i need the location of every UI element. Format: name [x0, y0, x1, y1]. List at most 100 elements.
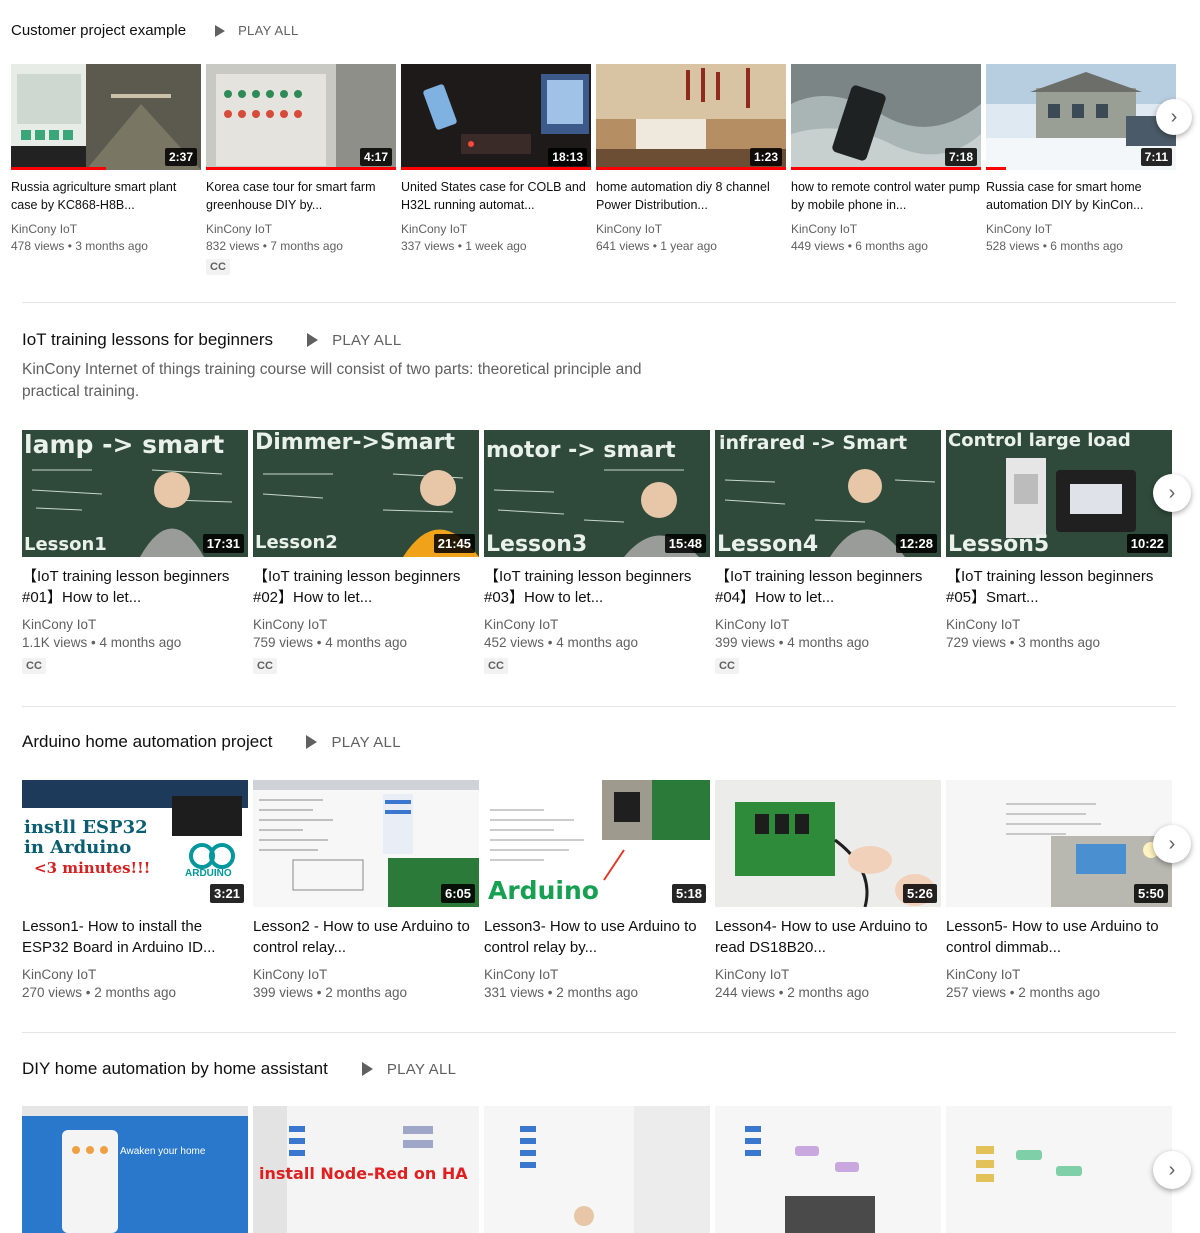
video-title[interactable]: Korea case tour for smart farm greenhous…: [206, 178, 396, 214]
video-card[interactable]: Dimmer->Smart Lesson2 21:45 【IoT trainin…: [253, 430, 479, 674]
video-title[interactable]: Lesson5- How to use Arduino to control d…: [946, 916, 1172, 958]
thumbnail-text: Awaken your home: [120, 1146, 206, 1157]
video-card[interactable]: 6:05 Lesson2 - How to use Arduino to con…: [253, 780, 479, 1000]
channel-name[interactable]: KinCony IoT: [22, 967, 248, 982]
duration-badge: 21:45: [433, 534, 475, 553]
video-thumbnail[interactable]: lamp -> smart Lesson1 17:31: [22, 430, 248, 557]
channel-name[interactable]: KinCony IoT: [11, 222, 201, 236]
thumbnail-line-3: <3 minutes!!!: [34, 859, 151, 877]
video-thumbnail[interactable]: 4:17: [206, 64, 396, 170]
video-thumbnail[interactable]: infrared -> Smart Lesson4 12:28: [715, 430, 941, 557]
video-meta: 399 views • 4 months ago: [715, 635, 870, 650]
video-title[interactable]: 【IoT training lesson beginners #04】How t…: [715, 566, 941, 608]
video-card[interactable]: instll ESP32 in Arduino <3 minutes!!! AR…: [22, 780, 248, 1000]
channel-name[interactable]: KinCony IoT: [986, 222, 1176, 236]
thumbnail-bottom-text: Lesson1: [24, 534, 107, 555]
video-meta: 641 views • 1 year ago: [596, 239, 717, 253]
video-title[interactable]: Lesson4- How to use Arduino to read DS18…: [715, 916, 941, 958]
video-card[interactable]: 1:23 home automation diy 8 channel Power…: [596, 64, 786, 275]
play-all-button[interactable]: PLAY ALL: [361, 1061, 456, 1078]
chevron-right-icon[interactable]: ›: [1156, 99, 1192, 135]
shelf-title[interactable]: Arduino home automation project: [22, 732, 272, 752]
automation-flow-thumbnail-image: [946, 1106, 1172, 1233]
shelf-title[interactable]: IoT training lessons for beginners: [22, 330, 273, 350]
video-title[interactable]: Russia case for smart home automation DI…: [986, 178, 1176, 214]
video-thumbnail[interactable]: [946, 1106, 1172, 1233]
chevron-right-icon[interactable]: ›: [1153, 474, 1191, 512]
channel-name[interactable]: KinCony IoT: [596, 222, 786, 236]
video-thumbnail[interactable]: [484, 1106, 710, 1233]
play-all-button[interactable]: PLAY ALL: [307, 332, 401, 349]
chevron-right-icon[interactable]: ›: [1153, 1151, 1191, 1189]
channel-name[interactable]: KinCony IoT: [484, 617, 710, 632]
video-card[interactable]: Control large load Lesson5 10:22 【IoT tr…: [946, 430, 1172, 674]
video-title[interactable]: 【IoT training lesson beginners #02】How t…: [253, 566, 479, 608]
video-card[interactable]: 2:37 Russia agriculture smart plant case…: [11, 64, 201, 275]
video-thumbnail[interactable]: [715, 1106, 941, 1233]
channel-name[interactable]: KinCony IoT: [401, 222, 591, 236]
video-thumbnail[interactable]: install Node-Red on HA: [253, 1106, 479, 1233]
video-thumbnail[interactable]: instll ESP32 in Arduino <3 minutes!!! AR…: [22, 780, 248, 907]
duration-badge: 2:37: [164, 148, 197, 166]
video-thumbnail[interactable]: 7:18: [791, 64, 981, 170]
video-title[interactable]: 【IoT training lesson beginners #05】Smart…: [946, 566, 1172, 608]
channel-name[interactable]: KinCony IoT: [206, 222, 396, 236]
video-thumbnail[interactable]: 18:13: [401, 64, 591, 170]
cc-badge: CC: [22, 658, 46, 674]
video-title[interactable]: Lesson2 - How to use Arduino to control …: [253, 916, 479, 958]
video-title[interactable]: Lesson1- How to install the ESP32 Board …: [22, 916, 248, 958]
video-card[interactable]: infrared -> Smart Lesson4 12:28 【IoT tra…: [715, 430, 941, 674]
video-thumbnail[interactable]: Awaken your home: [22, 1106, 248, 1233]
channel-name[interactable]: KinCony IoT: [253, 617, 479, 632]
video-card[interactable]: install Node-Red on HA: [253, 1106, 479, 1233]
video-card[interactable]: 5:26 Lesson4- How to use Arduino to read…: [715, 780, 941, 1000]
video-card[interactable]: [946, 1106, 1172, 1233]
video-title[interactable]: home automation diy 8 channel Power Dist…: [596, 178, 786, 214]
video-card[interactable]: Arduino 5:18 Lesson3- How to use Arduino…: [484, 780, 710, 1000]
video-card[interactable]: motor -> smart Lesson3 15:48 【IoT traini…: [484, 430, 710, 674]
cc-badge: CC: [253, 658, 277, 674]
thumbnail-top-text: lamp -> smart: [24, 430, 225, 459]
video-card[interactable]: [715, 1106, 941, 1233]
video-title[interactable]: Lesson3- How to use Arduino to control r…: [484, 916, 710, 958]
channel-name[interactable]: KinCony IoT: [253, 967, 479, 982]
video-thumbnail[interactable]: 5:26: [715, 780, 941, 907]
channel-name[interactable]: KinCony IoT: [791, 222, 981, 236]
video-thumbnail[interactable]: 5:50: [946, 780, 1172, 907]
video-title[interactable]: how to remote control water pump by mobi…: [791, 178, 981, 214]
channel-name[interactable]: KinCony IoT: [715, 617, 941, 632]
video-thumbnail[interactable]: 2:37: [11, 64, 201, 170]
video-title[interactable]: 【IoT training lesson beginners #03】How t…: [484, 566, 710, 608]
play-all-label: PLAY ALL: [332, 331, 402, 349]
video-card[interactable]: 5:50 Lesson5- How to use Arduino to cont…: [946, 780, 1172, 1000]
channel-name[interactable]: KinCony IoT: [484, 967, 710, 982]
video-title[interactable]: 【IoT training lesson beginners #01】How t…: [22, 566, 248, 608]
video-meta: 528 views • 6 months ago: [986, 239, 1123, 253]
video-card[interactable]: [484, 1106, 710, 1233]
channel-name[interactable]: KinCony IoT: [946, 967, 1172, 982]
channel-name[interactable]: KinCony IoT: [22, 617, 248, 632]
play-all-button[interactable]: PLAY ALL: [215, 23, 298, 38]
video-thumbnail[interactable]: Dimmer->Smart Lesson2 21:45: [253, 430, 479, 557]
video-card[interactable]: 7:18 how to remote control water pump by…: [791, 64, 981, 275]
video-thumbnail[interactable]: motor -> smart Lesson3 15:48: [484, 430, 710, 557]
video-thumbnail[interactable]: 6:05: [253, 780, 479, 907]
video-card[interactable]: 7:11 Russia case for smart home automati…: [986, 64, 1176, 275]
shelf-title[interactable]: Customer project example: [11, 22, 186, 39]
video-card[interactable]: Awaken your home: [22, 1106, 248, 1233]
chevron-right-icon[interactable]: ›: [1153, 825, 1191, 863]
video-card[interactable]: 4:17 Korea case tour for smart farm gree…: [206, 64, 396, 275]
video-card[interactable]: 18:13 United States case for COLB and H3…: [401, 64, 591, 275]
channel-name[interactable]: KinCony IoT: [715, 967, 941, 982]
video-thumbnail[interactable]: 1:23: [596, 64, 786, 170]
play-all-button[interactable]: PLAY ALL: [306, 734, 401, 751]
channel-name[interactable]: KinCony IoT: [946, 617, 1172, 632]
video-thumbnail[interactable]: 7:11: [986, 64, 1176, 170]
video-title[interactable]: United States case for COLB and H32L run…: [401, 178, 591, 214]
play-all-label: PLAY ALL: [238, 23, 299, 38]
video-title[interactable]: Russia agriculture smart plant case by K…: [11, 178, 201, 214]
shelf-title[interactable]: DIY home automation by home assistant: [22, 1059, 328, 1079]
video-card[interactable]: lamp -> smart Lesson1 17:31 【IoT trainin…: [22, 430, 248, 674]
video-thumbnail[interactable]: Control large load Lesson5 10:22: [946, 430, 1172, 557]
video-thumbnail[interactable]: Arduino 5:18: [484, 780, 710, 907]
